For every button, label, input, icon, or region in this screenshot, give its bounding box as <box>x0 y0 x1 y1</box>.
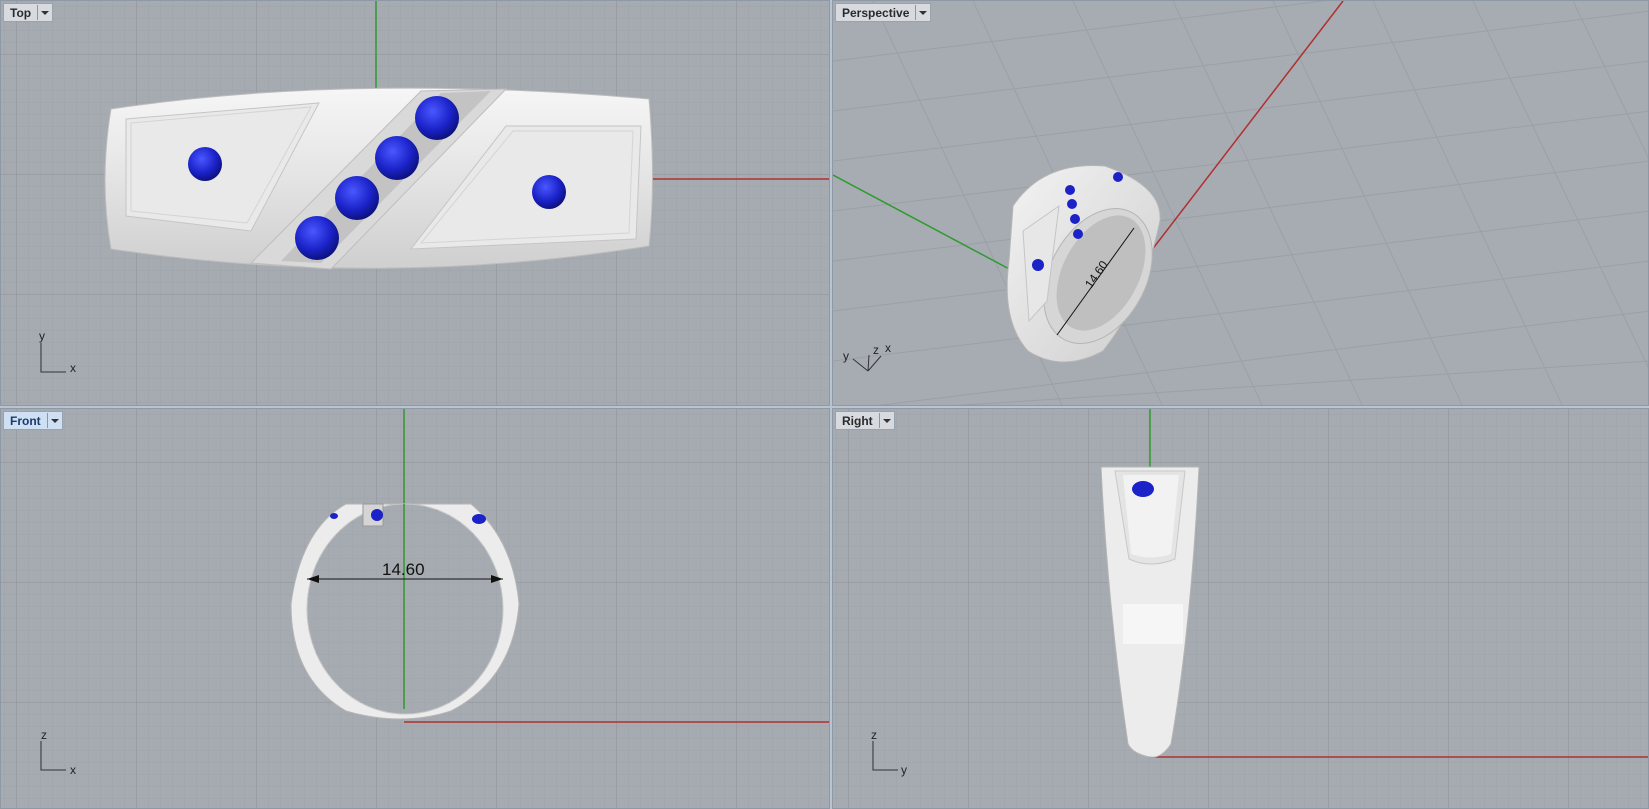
axis-label-z: z <box>873 343 879 357</box>
gem-stone <box>375 136 419 180</box>
gem-stone <box>1065 185 1075 195</box>
gem-stone <box>335 176 379 220</box>
gem-stone <box>1113 172 1123 182</box>
perspective-view-canvas: 14.60 y z x <box>833 1 1648 405</box>
viewport-perspective[interactable]: 14.60 y z x Perspective <box>832 0 1649 406</box>
viewport-title: Top <box>10 5 32 20</box>
front-view-canvas: 14.60 z x <box>1 409 829 808</box>
right-view-canvas: z y <box>833 409 1648 808</box>
viewport-title: Front <box>10 413 41 428</box>
viewport-title: Perspective <box>842 5 910 20</box>
ring-model[interactable] <box>290 503 520 720</box>
gem-stone <box>371 509 383 521</box>
gem-stone <box>330 513 338 519</box>
axis-label-y: y <box>901 763 907 777</box>
gem-stone <box>1032 259 1044 271</box>
viewport-label-top[interactable]: Top <box>3 3 54 22</box>
viewport-label-perspective[interactable]: Perspective <box>835 3 932 22</box>
top-view-canvas: y x <box>1 1 829 405</box>
gem-stone <box>415 96 459 140</box>
axis-label-x: x <box>885 341 891 355</box>
chevron-down-icon[interactable] <box>37 5 50 20</box>
viewport-title: Right <box>842 413 873 428</box>
gem-stone <box>1132 481 1154 497</box>
gem-stone <box>1067 199 1077 209</box>
gem-stone <box>295 216 339 260</box>
axis-label-z: z <box>871 728 877 742</box>
dimension-value: 14.60 <box>382 560 425 579</box>
axis-label-x: x <box>70 361 76 375</box>
viewport-top[interactable]: y x Top <box>0 0 830 406</box>
chevron-down-icon[interactable] <box>915 5 928 20</box>
gem-stone <box>1070 214 1080 224</box>
axis-label-y: y <box>843 349 849 363</box>
axis-label-z: z <box>41 728 47 742</box>
viewport-label-front[interactable]: Front <box>3 411 63 430</box>
viewport-label-right[interactable]: Right <box>835 411 895 430</box>
ring-model[interactable] <box>104 87 653 270</box>
chevron-down-icon[interactable] <box>878 413 892 428</box>
chevron-down-icon[interactable] <box>46 413 60 428</box>
viewport-right[interactable]: z y Right <box>832 408 1649 809</box>
viewport-front[interactable]: 14.60 z x Front <box>0 408 830 809</box>
axis-label-y: y <box>39 329 45 343</box>
gem-stone <box>532 175 566 209</box>
gem-stone <box>472 514 486 524</box>
gem-stone <box>188 147 222 181</box>
axis-label-x: x <box>70 763 76 777</box>
gem-stone <box>1073 229 1083 239</box>
